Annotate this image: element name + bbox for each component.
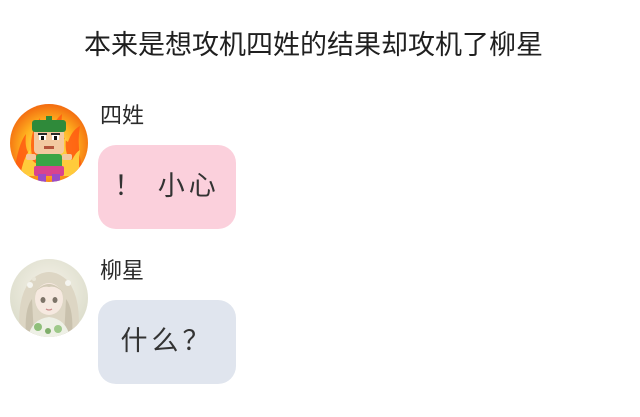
message-bubble[interactable]: ！ 小心 xyxy=(98,145,236,229)
sender-name: 柳星 xyxy=(100,259,145,284)
message-bubble[interactable]: 什么？ xyxy=(98,300,236,384)
message-item: 柳星 什么？ xyxy=(0,255,640,395)
anime-girl-avatar-icon[interactable] xyxy=(10,259,88,337)
chat-title: 本来是想攻机四姓的结果却攻机了柳星 xyxy=(84,30,543,61)
message-item: 四姓 ！ 小心 xyxy=(0,100,640,240)
sender-name: 四姓 xyxy=(100,104,145,129)
fire-character-avatar-icon[interactable] xyxy=(10,104,88,182)
